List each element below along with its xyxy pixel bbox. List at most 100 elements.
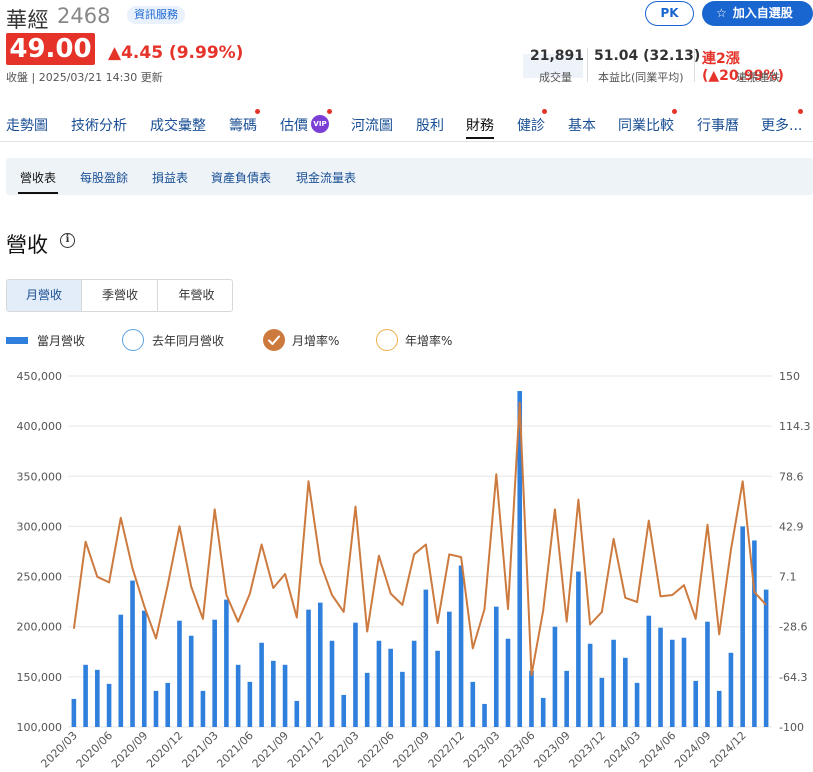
tab-trades[interactable]: 成交彙整 bbox=[150, 115, 206, 135]
revenue-bar bbox=[540, 697, 546, 727]
x-tick-label: 2024/12 bbox=[707, 729, 749, 771]
revenue-bar bbox=[118, 614, 124, 727]
add-watchlist-button[interactable]: ☆ 加入自選股 bbox=[702, 1, 813, 26]
legend-bar-swatch[interactable] bbox=[6, 337, 28, 344]
x-tick-label: 2023/12 bbox=[566, 729, 608, 771]
y-left-tick-label: 100,000 bbox=[17, 721, 63, 734]
y-left-tick-label: 300,000 bbox=[17, 520, 63, 533]
revenue-bar bbox=[235, 664, 241, 727]
streak-label: 連漲連跌 bbox=[736, 71, 780, 84]
info-icon[interactable]: i bbox=[60, 233, 75, 248]
revenue-bar bbox=[611, 639, 616, 727]
revenue-bar bbox=[141, 610, 147, 727]
revenue-bar bbox=[423, 589, 429, 727]
tab-peer-compare[interactable]: 同業比較 bbox=[618, 115, 674, 135]
revenue-bar bbox=[716, 690, 722, 727]
revenue-bar bbox=[763, 589, 769, 727]
y-left-tick-label: 400,000 bbox=[17, 420, 63, 433]
stat-divider bbox=[587, 48, 588, 82]
x-tick-label: 2023/03 bbox=[461, 729, 503, 771]
period-monthly-button[interactable]: 月營收 bbox=[7, 280, 82, 311]
revenue-bar bbox=[224, 599, 229, 727]
revenue-bar bbox=[294, 700, 300, 727]
legend-mom-check-icon[interactable] bbox=[263, 329, 285, 351]
revenue-bar bbox=[130, 580, 135, 727]
tab-more[interactable]: 更多... bbox=[761, 115, 802, 135]
x-tick-label: 2024/09 bbox=[672, 729, 714, 771]
legend-last-year-ring-icon[interactable] bbox=[122, 329, 144, 351]
subtab-income-statement[interactable]: 損益表 bbox=[152, 169, 188, 186]
close-update-time: 收盤 | 2025/03/21 14:30 更新 bbox=[6, 71, 163, 84]
revenue-bar bbox=[705, 621, 710, 727]
revenue-bar bbox=[177, 620, 182, 727]
period-quarterly-button[interactable]: 季營收 bbox=[83, 280, 158, 311]
y-left-tick-label: 250,000 bbox=[17, 571, 63, 584]
tab-technical[interactable]: 技術分析 bbox=[71, 115, 127, 135]
revenue-bar bbox=[317, 602, 323, 727]
y-left-tick-label: 150,000 bbox=[17, 671, 63, 684]
revenue-bar bbox=[458, 565, 464, 727]
section-title: 營收 bbox=[6, 233, 48, 257]
tab-river-chart[interactable]: 河流圖 bbox=[351, 115, 393, 135]
legend-yoy-growth[interactable]: 年增率% bbox=[405, 332, 452, 349]
x-tick-label: 2023/09 bbox=[531, 729, 573, 771]
stat-divider bbox=[694, 48, 695, 82]
period-yearly-button[interactable]: 年營收 bbox=[159, 280, 232, 311]
subtab-balance-sheet[interactable]: 資產負債表 bbox=[211, 169, 271, 186]
revenue-bar bbox=[493, 606, 499, 727]
y-left-tick-label: 350,000 bbox=[17, 470, 63, 483]
pk-button[interactable]: PK bbox=[645, 1, 694, 26]
revenue-bar bbox=[646, 615, 652, 727]
y-right-tick-label: 150 bbox=[779, 370, 800, 383]
tab-basic[interactable]: 基本 bbox=[568, 115, 596, 135]
price-value: 49.00 bbox=[6, 33, 95, 65]
legend-last-year-revenue[interactable]: 去年同月營收 bbox=[152, 332, 224, 349]
tab-dividend[interactable]: 股利 bbox=[416, 115, 444, 135]
stock-name: 華經 bbox=[6, 8, 49, 32]
x-tick-label: 2022/09 bbox=[390, 729, 432, 771]
subtab-cash-flow[interactable]: 現金流量表 bbox=[296, 169, 356, 186]
y-right-tick-label: 7.1 bbox=[779, 571, 797, 584]
revenue-bar bbox=[564, 670, 569, 727]
industry-badge[interactable]: 資訊服務 bbox=[127, 6, 185, 24]
revenue-bar bbox=[587, 643, 593, 727]
volume-value: 21,891 bbox=[530, 48, 585, 64]
revenue-bar bbox=[669, 639, 675, 727]
revenue-bar bbox=[482, 703, 487, 727]
legend-mom-growth[interactable]: 月增率% bbox=[292, 332, 339, 349]
revenue-bar bbox=[259, 642, 264, 727]
x-tick-label: 2024/06 bbox=[637, 729, 679, 771]
y-right-tick-label: -100 bbox=[779, 721, 804, 734]
x-tick-label: 2020/09 bbox=[109, 729, 151, 771]
x-tick-label: 2022/03 bbox=[320, 729, 362, 771]
revenue-chart: 450,000 400,000 350,000 300,000 250,000 200,0… bbox=[17, 370, 811, 771]
legend-monthly-revenue[interactable]: 當月營收 bbox=[37, 332, 85, 349]
legend-yoy-ring-icon[interactable] bbox=[376, 329, 398, 351]
tab-financials[interactable]: 財務 bbox=[466, 115, 494, 135]
revenue-bar bbox=[200, 690, 206, 727]
tab-calendar[interactable]: 行事曆 bbox=[697, 115, 739, 135]
active-subtab-indicator bbox=[18, 192, 58, 194]
tab-health[interactable]: 健診 bbox=[517, 115, 545, 135]
x-tick-label: 2024/03 bbox=[602, 729, 644, 771]
revenue-bar bbox=[282, 664, 288, 727]
y-right-tick-label: -28.6 bbox=[779, 621, 807, 634]
revenue-bar bbox=[364, 672, 370, 727]
revenue-bar bbox=[83, 664, 88, 727]
y-left-tick-label: 200,000 bbox=[17, 621, 63, 634]
tab-trend[interactable]: 走勢圖 bbox=[6, 115, 48, 135]
x-tick-label: 2022/06 bbox=[355, 729, 397, 771]
x-tick-label: 2020/03 bbox=[38, 729, 80, 771]
revenue-bar bbox=[247, 681, 253, 727]
revenue-bar bbox=[634, 682, 640, 727]
revenue-bar bbox=[623, 657, 628, 727]
revenue-bar bbox=[388, 648, 393, 727]
x-tick-label: 2020/12 bbox=[144, 729, 186, 771]
subtab-eps[interactable]: 每股盈餘 bbox=[80, 169, 128, 186]
tab-chips[interactable]: 籌碼 bbox=[229, 115, 257, 135]
revenue-bar bbox=[400, 671, 405, 727]
vip-badge: VIP bbox=[311, 115, 329, 133]
tab-valuation[interactable]: 估價 bbox=[280, 115, 308, 135]
subtab-revenue[interactable]: 營收表 bbox=[20, 169, 56, 186]
y-right-tick-label: 114.3 bbox=[779, 420, 811, 433]
